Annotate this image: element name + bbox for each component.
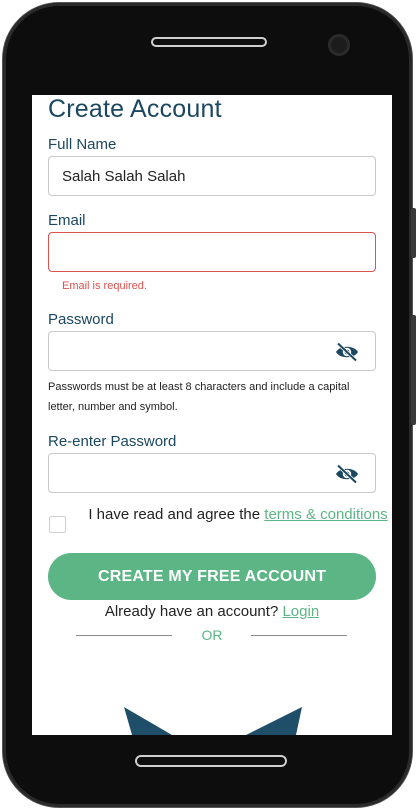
- volume-button: [411, 208, 416, 258]
- phone-frame: Create Account Full Name Salah Salah Sal…: [3, 3, 412, 807]
- password-hint: Passwords must be at least 8 characters …: [48, 381, 350, 413]
- eye-slash-icon[interactable]: [335, 342, 359, 362]
- login-link[interactable]: Login: [282, 603, 319, 620]
- page-title: Create Account: [48, 95, 222, 123]
- full-name-value: Salah Salah Salah: [62, 168, 186, 185]
- full-name-field[interactable]: Salah Salah Salah: [48, 156, 376, 196]
- email-field[interactable]: [48, 232, 376, 272]
- eye-slash-icon[interactable]: [335, 464, 359, 484]
- terms-link[interactable]: terms & conditions: [264, 506, 387, 523]
- create-account-button[interactable]: CREATE MY FREE ACCOUNT: [48, 553, 376, 600]
- power-button: [411, 315, 416, 425]
- divider-right: [251, 635, 347, 636]
- reenter-password-field[interactable]: [48, 453, 376, 493]
- terms-text: I have read and agree the terms & condit…: [88, 503, 388, 527]
- speaker-grille: [151, 37, 267, 47]
- password-label: Password: [48, 311, 114, 328]
- reenter-password-label: Re-enter Password: [48, 433, 177, 450]
- full-name-label: Full Name: [48, 136, 117, 153]
- password-field[interactable]: [48, 331, 376, 371]
- app-screen: Create Account Full Name Salah Salah Sal…: [32, 95, 392, 735]
- email-label: Email: [48, 212, 86, 229]
- terms-prefix: I have read and agree the: [88, 506, 265, 523]
- email-error-text: Email is required.: [62, 280, 147, 292]
- home-indicator: [135, 755, 287, 767]
- camera-icon: [328, 34, 350, 56]
- decorative-shapes: [124, 707, 302, 735]
- login-prefix: Already have an account?: [104, 603, 283, 620]
- login-prompt: Already have an account? Login: [32, 603, 392, 620]
- terms-checkbox[interactable]: [49, 516, 66, 533]
